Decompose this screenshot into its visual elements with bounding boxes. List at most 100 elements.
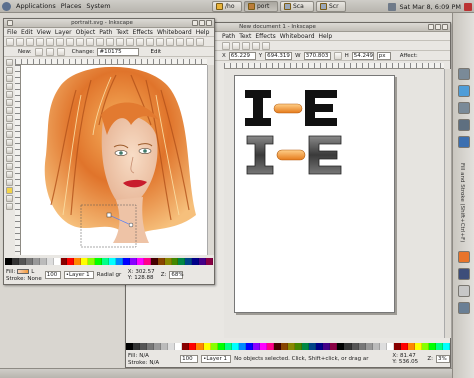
menu-help[interactable]: Help — [319, 33, 333, 40]
palette-swatch[interactable] — [136, 258, 144, 265]
align-icon[interactable] — [186, 37, 194, 46]
palette-swatch[interactable] — [126, 343, 134, 350]
palette-swatch[interactable] — [323, 343, 331, 350]
palette-swatch[interactable] — [192, 258, 200, 265]
objects-icon[interactable] — [458, 136, 470, 148]
group-icon[interactable] — [136, 37, 144, 46]
palette-swatch[interactable] — [344, 343, 352, 350]
ellipse-tool-icon[interactable] — [6, 107, 13, 114]
menu-path[interactable]: Path — [99, 29, 112, 36]
gradient-select[interactable]: #10175 — [97, 47, 140, 56]
window-titlebar[interactable]: portrait.svg - Inkscape — [4, 19, 214, 28]
flip-vertical-button[interactable] — [232, 41, 240, 50]
places-menu[interactable]: Places — [61, 2, 82, 10]
layer-select[interactable]: •Layer 1 — [201, 355, 232, 363]
palette-swatch[interactable] — [302, 343, 310, 350]
xml-editor-icon[interactable] — [458, 68, 470, 80]
palette-swatch[interactable] — [109, 258, 116, 265]
palette-swatch[interactable] — [414, 343, 422, 350]
palette-swatch[interactable] — [95, 258, 103, 265]
palette-swatch[interactable] — [164, 258, 172, 265]
palette-swatch[interactable] — [171, 258, 179, 265]
palette-swatch[interactable] — [288, 343, 296, 350]
gradient-tool-icon[interactable] — [6, 187, 13, 194]
task-portrait[interactable]: port — [244, 1, 278, 12]
palette-swatch[interactable] — [122, 258, 130, 265]
menu-text[interactable]: Text — [239, 33, 251, 40]
palette-swatch[interactable] — [266, 343, 274, 350]
pen-tool-icon[interactable] — [6, 139, 13, 146]
palette-swatch[interactable] — [67, 258, 75, 265]
palette-swatch[interactable] — [60, 258, 68, 265]
menu-help[interactable]: Help — [196, 29, 210, 36]
palette-swatch[interactable] — [18, 258, 26, 265]
palette-swatch[interactable] — [102, 258, 110, 265]
menu-layer[interactable]: Layer — [55, 29, 72, 36]
fill-indicator[interactable] — [17, 269, 30, 274]
palette-swatch[interactable] — [224, 343, 232, 350]
height-field[interactable]: 54.249 — [351, 51, 374, 60]
menu-effects[interactable]: Effects — [255, 33, 275, 40]
text-tool-icon[interactable] — [6, 155, 13, 162]
task-screenshot[interactable]: Scr — [316, 1, 346, 12]
maximize-button[interactable] — [435, 24, 441, 30]
palette-swatch[interactable] — [393, 343, 401, 350]
palette-swatch[interactable] — [199, 258, 207, 265]
palette-swatch[interactable] — [231, 343, 239, 350]
pencil-tool-icon[interactable] — [6, 131, 13, 138]
zoom-in-icon[interactable] — [106, 37, 114, 46]
flip-horizontal-button[interactable] — [222, 41, 230, 50]
linear-gradient-icon[interactable] — [34, 47, 43, 56]
spray-tool-icon[interactable] — [6, 163, 13, 170]
menu-view[interactable]: View — [37, 29, 51, 36]
preferences-icon[interactable] — [458, 302, 470, 314]
volume-icon[interactable] — [388, 2, 397, 11]
xml-editor-icon[interactable] — [176, 37, 184, 46]
menu-whiteboard[interactable]: Whiteboard — [280, 33, 315, 40]
maximize-button[interactable] — [199, 20, 205, 26]
layer-select[interactable]: •Layer 1 — [63, 271, 94, 279]
palette-swatch[interactable] — [161, 343, 169, 350]
preferences-icon[interactable] — [196, 37, 204, 46]
import-icon[interactable] — [46, 37, 54, 46]
palette-swatch[interactable] — [53, 258, 61, 265]
firefox-icon[interactable] — [458, 251, 470, 263]
gradient-fill-icon[interactable] — [56, 47, 65, 56]
align-distribute-icon[interactable] — [458, 85, 470, 97]
palette-swatch[interactable] — [168, 343, 176, 350]
eraser-tool-icon[interactable] — [6, 171, 13, 178]
color-palette[interactable] — [5, 258, 214, 265]
raise-button[interactable] — [252, 41, 260, 50]
palette-swatch[interactable] — [81, 258, 89, 265]
canvas[interactable] — [224, 69, 444, 338]
palette-swatch[interactable] — [11, 258, 19, 265]
palette-swatch[interactable] — [196, 343, 204, 350]
star-tool-icon[interactable] — [6, 115, 13, 122]
rectangle-tool-icon[interactable] — [6, 91, 13, 98]
palette-swatch[interactable] — [436, 343, 444, 350]
menu-whiteboard[interactable]: Whiteboard — [157, 29, 192, 36]
unit-select[interactable]: px — [376, 51, 391, 60]
palette-swatch[interactable] — [309, 343, 317, 350]
radial-gradient-icon[interactable] — [45, 47, 54, 56]
palette-swatch[interactable] — [386, 343, 394, 350]
copy-icon[interactable] — [86, 37, 94, 46]
palette-swatch[interactable] — [133, 343, 141, 350]
palette-swatch[interactable] — [5, 258, 12, 265]
palette-swatch[interactable] — [316, 343, 324, 350]
vertical-scrollbar[interactable] — [207, 65, 214, 255]
palette-swatch[interactable] — [245, 343, 253, 350]
palette-swatch[interactable] — [182, 343, 190, 350]
palette-swatch[interactable] — [330, 343, 338, 350]
palette-swatch[interactable] — [129, 258, 137, 265]
palette-swatch[interactable] — [175, 343, 183, 350]
palette-swatch[interactable] — [281, 343, 289, 350]
new-document-icon[interactable] — [6, 37, 14, 46]
palette-swatch[interactable] — [238, 343, 246, 350]
text-icon[interactable] — [166, 37, 174, 46]
palette-swatch[interactable] — [46, 258, 54, 265]
zoom-field[interactable]: 68% — [169, 271, 184, 279]
zoom-out-icon[interactable] — [116, 37, 124, 46]
clock[interactable]: Sat Mar 8, 6:09 PM — [399, 3, 461, 11]
palette-swatch[interactable] — [400, 343, 408, 350]
